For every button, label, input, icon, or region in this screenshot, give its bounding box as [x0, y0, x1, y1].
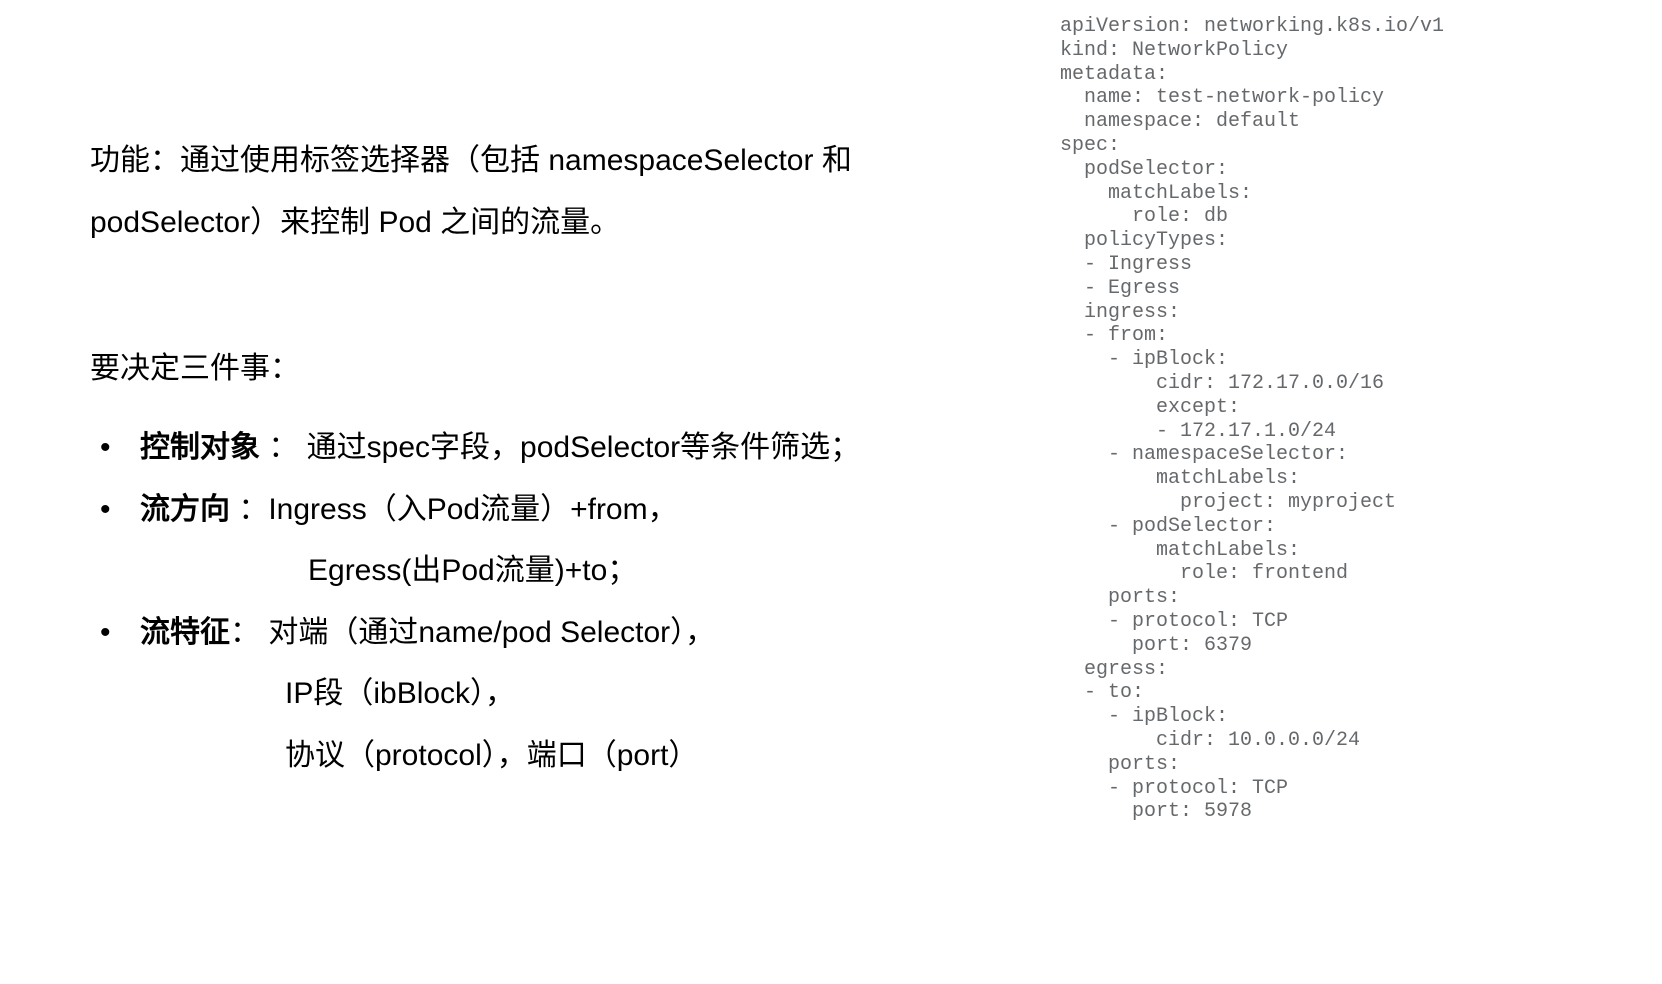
- item-subline: 协议（protocol），端口（port）: [140, 725, 1000, 787]
- item-tail: ：Ingress（入Pod流量）+from，: [230, 493, 678, 526]
- list-item: 流特征： 对端（通过name/pod Selector）， IP段（ibBloc…: [90, 602, 1000, 787]
- left-content: 功能：通过使用标签选择器（包括 namespaceSelector 和 podS…: [0, 0, 1060, 984]
- item-label: 流方向: [140, 493, 230, 526]
- code-block: apiVersion: networking.k8s.io/v1 kind: N…: [1060, 0, 1662, 984]
- item-label: 控制对象: [140, 431, 260, 464]
- item-subline: IP段（ibBlock），: [140, 663, 1000, 725]
- item-tail: ： 对端（通过name/pod Selector），: [230, 616, 715, 649]
- item-label: 流特征: [140, 616, 230, 649]
- list-item: 流方向 ：Ingress（入Pod流量）+from， Egress(出Pod流量…: [90, 479, 1000, 602]
- item-tail: ： 通过spec字段，podSelector等条件筛选；: [260, 431, 860, 464]
- item-subline: Egress(出Pod流量)+to；: [140, 540, 1000, 602]
- intro-text: 功能：通过使用标签选择器（包括 namespaceSelector 和 podS…: [90, 130, 1000, 253]
- list-item: 控制对象 ： 通过spec字段，podSelector等条件筛选；: [90, 417, 1000, 479]
- bullet-list: 控制对象 ： 通过spec字段，podSelector等条件筛选； 流方向 ：I…: [90, 417, 1000, 786]
- decide-heading: 要决定三件事：: [90, 343, 1000, 387]
